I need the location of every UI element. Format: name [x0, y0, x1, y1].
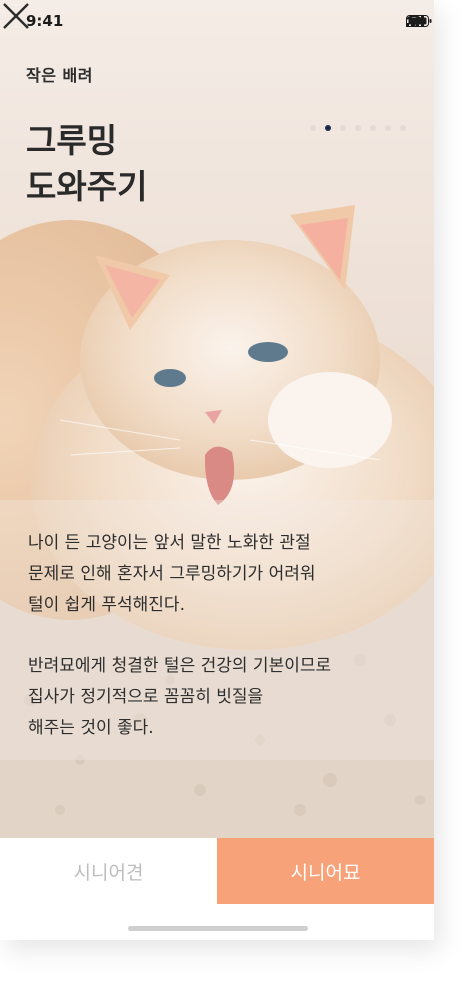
home-indicator [128, 926, 308, 931]
title-line: 그루밍 [26, 121, 118, 160]
text-line: 문제로 인해 혼자서 그루밍하기가 어려워 [28, 564, 316, 584]
pagination-dot[interactable] [385, 125, 391, 131]
pagination-dot[interactable] [400, 125, 406, 131]
battery-icon [406, 15, 432, 27]
paragraph-2: 반려묘에게 청결한 털은 건강의 기본이므로 집사가 정기적으로 꼼꼼히 빗질을… [28, 651, 388, 744]
carousel-pagination [310, 125, 406, 131]
text-line: 해주는 것이 좋다. [28, 718, 154, 738]
pagination-dot-active[interactable] [325, 125, 331, 131]
text-line: 나이 든 고양이는 앞서 말한 노화한 관절 [28, 533, 311, 553]
text-line: 털이 쉽게 푸석해진다. [28, 595, 185, 615]
pagination-dot[interactable] [340, 125, 346, 131]
tab-senior-cat[interactable]: 시니어묘 [217, 838, 434, 904]
tab-senior-dog[interactable]: 시니어견 [0, 838, 217, 904]
pagination-dot[interactable] [355, 125, 361, 131]
page-title: 그루밍 도와주기 [26, 118, 147, 210]
pagination-dot[interactable] [310, 125, 316, 131]
bottom-tab-bar: 시니어견 시니어묘 [0, 838, 434, 940]
hero-image: 9:41 작은 배려 그루밍 도와주기 나이 든 고양이는 앞서 말한 노화한 … [0, 0, 434, 838]
close-icon[interactable] [0, 0, 32, 32]
status-bar: 9:41 [0, 0, 434, 44]
text-line: 집사가 정기적으로 꼼꼼히 빗질을 [28, 687, 264, 707]
title-line: 도와주기 [26, 167, 148, 206]
text-line: 반려묘에게 청결한 털은 건강의 기본이므로 [28, 656, 332, 676]
header-title: 작은 배려 [26, 66, 93, 85]
pagination-dot[interactable] [370, 125, 376, 131]
phone-frame: 9:41 작은 배려 그루밍 도와주기 나이 든 고양이는 앞서 말한 노화한 … [0, 0, 434, 940]
paragraph-1: 나이 든 고양이는 앞서 말한 노화한 관절 문제로 인해 혼자서 그루밍하기가… [28, 528, 388, 621]
description-text: 나이 든 고양이는 앞서 말한 노화한 관절 문제로 인해 혼자서 그루밍하기가… [28, 528, 388, 774]
